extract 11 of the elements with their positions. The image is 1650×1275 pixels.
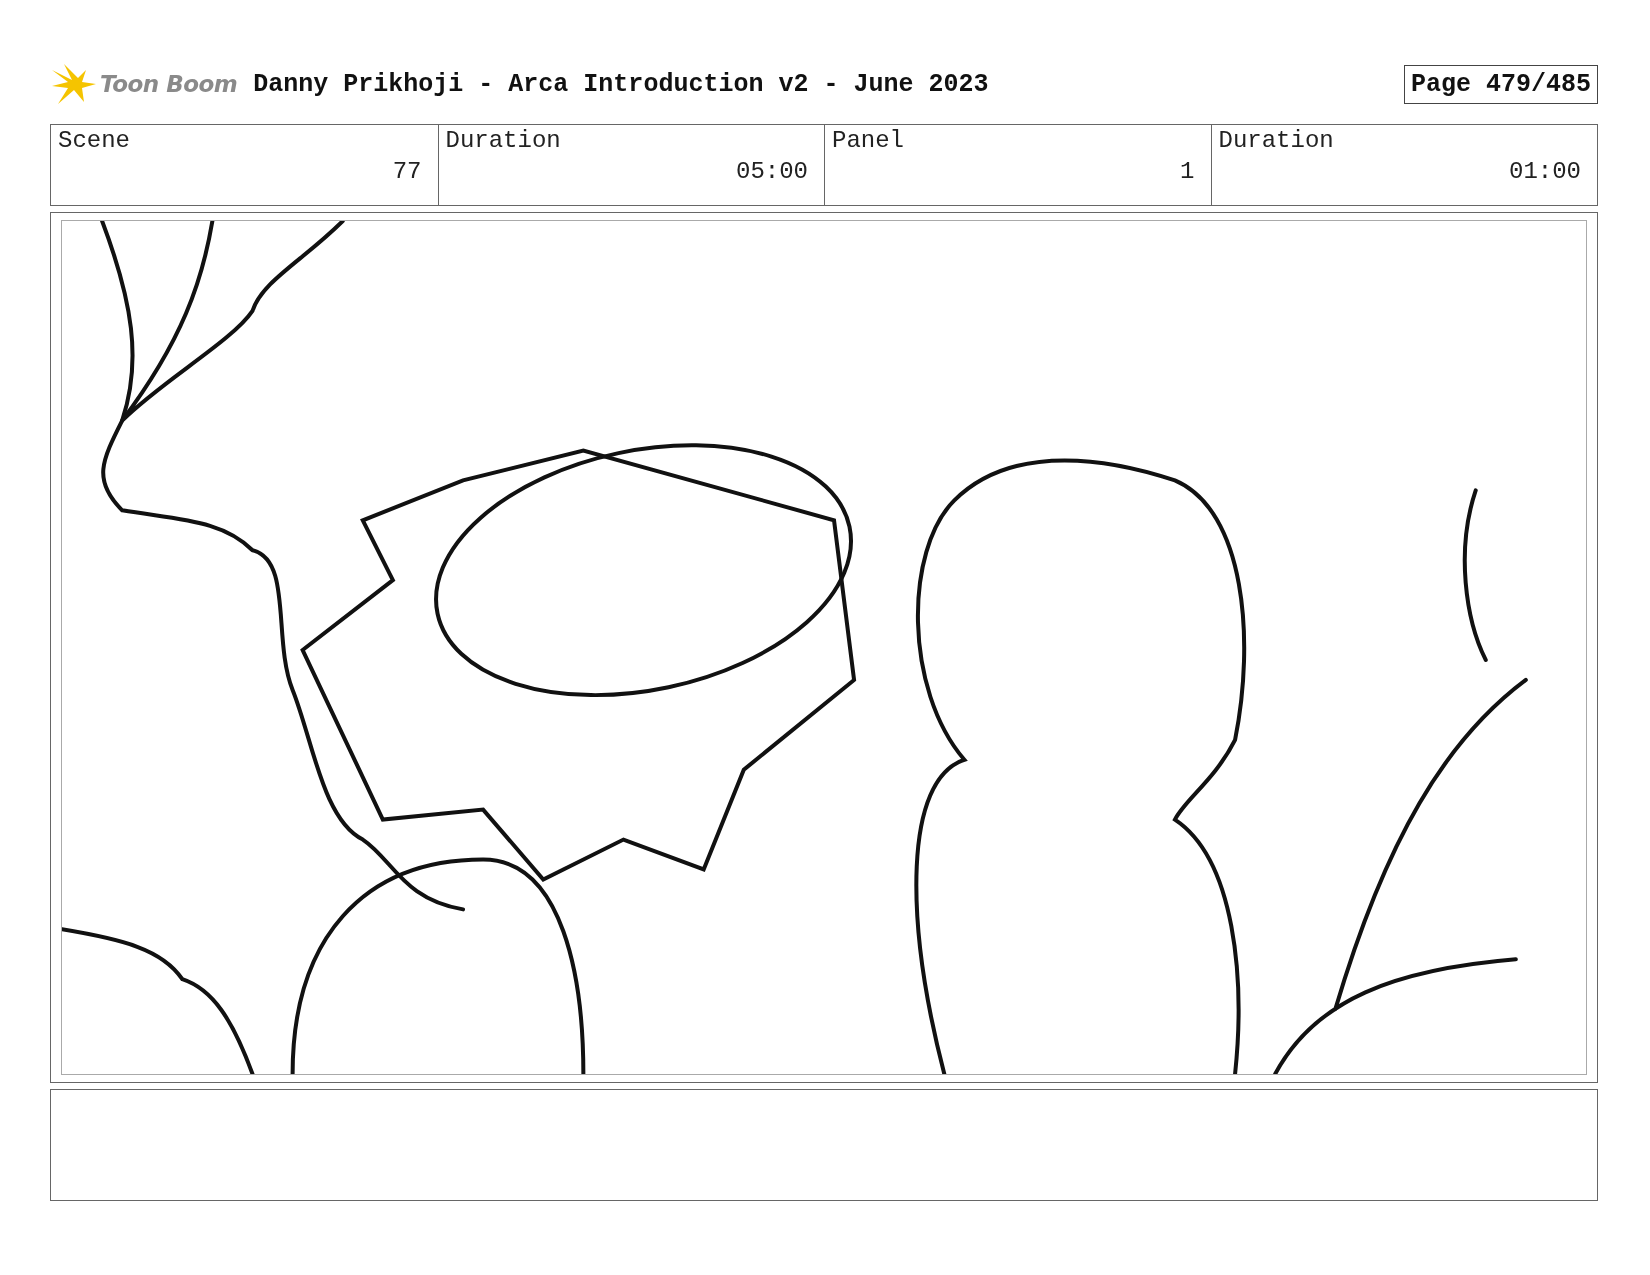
- field-value: 77: [392, 158, 422, 185]
- page-number: Page 479/485: [1403, 64, 1598, 104]
- field-label: Duration: [445, 127, 561, 154]
- field-value: 05:00: [736, 158, 808, 185]
- logo-text: Toon Boom: [100, 71, 238, 97]
- document-title: Danny Prikhoji - Arca Introduction v2 - June 2023: [253, 69, 990, 99]
- field-value: 1: [1180, 158, 1195, 185]
- field-label: Duration: [1218, 127, 1334, 154]
- field-value: 01:00: [1509, 158, 1581, 185]
- field-label: Scene: [58, 127, 130, 154]
- field-label: Panel: [832, 127, 904, 154]
